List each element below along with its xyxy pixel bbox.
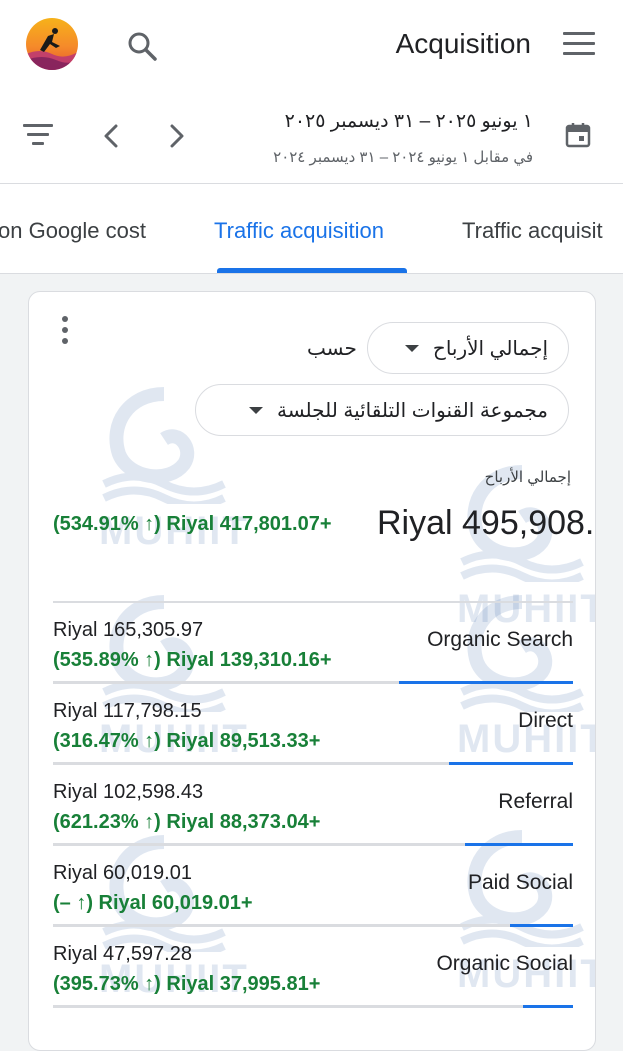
more-vert-icon[interactable] xyxy=(59,316,71,346)
dropdown-caret-icon xyxy=(404,344,419,352)
by-label: حسب xyxy=(307,338,357,360)
filter-icon[interactable] xyxy=(22,124,54,150)
channel-row[interactable]: Riyal 47,597.28 (395.73% ↑) Riyal 37,995.… xyxy=(53,927,573,1008)
dimension-selector[interactable]: مجموعة القنوات التلقائية للجلسة xyxy=(195,384,569,436)
channel-value: Riyal 117,798.15 xyxy=(53,700,202,722)
metric-selector[interactable]: إجمالي الأرباح xyxy=(367,322,569,374)
total-value: Riyal 495,908. xyxy=(377,504,595,542)
report-tabs: on Google cost Traffic acquisition Traff… xyxy=(0,184,623,274)
metric-selector-label: إجمالي الأرباح xyxy=(432,337,548,360)
channel-name: Organic Search xyxy=(427,628,573,651)
channel-value: Riyal 165,305.97 xyxy=(53,619,204,641)
channel-change: (621.23% ↑) Riyal 88,373.04+ xyxy=(53,811,321,833)
channel-row[interactable]: Riyal 60,019.01 (– ↑) Riyal 60,019.01+ Pai… xyxy=(53,846,573,927)
channel-change: (535.89% ↑) Riyal 139,310.16+ xyxy=(53,649,332,671)
channel-name: Direct xyxy=(518,709,573,732)
top-app-bar: Acquisition xyxy=(0,0,623,92)
channel-row[interactable]: Riyal 102,598.43 (621.23% ↑) Riyal 88,373… xyxy=(53,765,573,846)
tab-traffic-acquisition-2[interactable]: Traffic acquisit xyxy=(462,218,603,244)
channel-row[interactable]: Riyal 117,798.15 (316.47% ↑) Riyal 89,513… xyxy=(53,684,573,765)
share-track xyxy=(53,1005,573,1008)
dropdown-caret-icon xyxy=(248,406,263,414)
channel-name: Organic Social xyxy=(436,952,573,975)
channel-row[interactable]: Riyal 165,305.97 (535.89% ↑) Riyal 139,31… xyxy=(53,603,573,684)
channel-name: Referral xyxy=(498,790,573,813)
dimension-selector-label: مجموعة القنوات التلقائية للجلسة xyxy=(276,399,548,422)
metric-label: إجمالي الأرباح xyxy=(484,469,571,486)
channel-change: (395.73% ↑) Riyal 37,995.81+ xyxy=(53,973,321,995)
date-range-bar: ١ يونيو ٢٠٢٥ – ٣١ ديسمبر ٢٠٢٥ في مقابل ١… xyxy=(0,92,623,184)
channel-value: Riyal 102,598.43 xyxy=(53,781,204,803)
total-change: (534.91% ↑) Riyal 417,801.07+ xyxy=(53,513,332,535)
date-range-comparison[interactable]: في مقابل ١ يونيو ٢٠٢٤ – ٣١ ديسمبر ٢٠٢٤ xyxy=(273,148,533,166)
date-range-primary[interactable]: ١ يونيو ٢٠٢٥ – ٣١ ديسمبر ٢٠٢٥ xyxy=(285,110,533,133)
channel-change: (316.47% ↑) Riyal 89,513.33+ xyxy=(53,730,321,752)
channel-value: Riyal 60,019.01 xyxy=(53,862,192,884)
search-icon[interactable] xyxy=(124,28,160,64)
active-tab-indicator xyxy=(217,268,407,273)
channel-value: Riyal 47,597.28 xyxy=(53,943,192,965)
hamburger-menu-icon[interactable] xyxy=(563,32,595,60)
tab-traffic-acquisition[interactable]: Traffic acquisition xyxy=(214,218,384,244)
chevron-left-icon[interactable] xyxy=(98,120,126,152)
channel-change: (– ↑) Riyal 60,019.01+ xyxy=(53,892,253,914)
report-card: MUHIIT MUHIIT MUHIIT MUHIIT MUHIIT MUHII… xyxy=(28,291,596,1051)
tab-google-ads-cost[interactable]: on Google cost xyxy=(0,218,146,244)
calendar-icon[interactable] xyxy=(563,120,593,150)
user-avatar-icon[interactable] xyxy=(26,18,78,70)
page-title: Acquisition xyxy=(395,28,531,59)
share-bar xyxy=(523,1005,573,1008)
chevron-right-icon[interactable] xyxy=(162,120,190,152)
channel-name: Paid Social xyxy=(467,871,573,894)
